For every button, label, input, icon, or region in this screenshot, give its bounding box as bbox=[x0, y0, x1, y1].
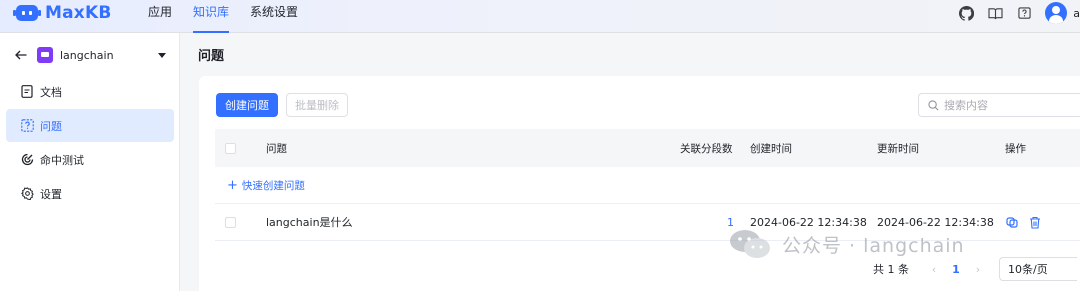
caret-down-icon[interactable] bbox=[158, 52, 166, 58]
sidebar-menu: 文档 问题 命中测试 设置 bbox=[6, 75, 174, 211]
back-arrow-icon[interactable] bbox=[14, 48, 28, 62]
page-title: 问题 bbox=[198, 49, 225, 64]
header-operations: 操作 bbox=[1005, 142, 1026, 155]
prev-page-icon[interactable]: ‹ bbox=[927, 263, 941, 276]
header-updated-time: 更新时间 bbox=[877, 142, 919, 155]
topnav-item-settings[interactable]: 系统设置 bbox=[250, 0, 298, 33]
link-paragraph-icon[interactable] bbox=[1005, 215, 1019, 229]
sidebar-item-label: 命中测试 bbox=[40, 153, 84, 167]
cell-question: langchain是什么 bbox=[266, 216, 353, 229]
cell-created-time: 2024-06-22 12:34:38 bbox=[750, 215, 867, 229]
app-name: MaxKB bbox=[45, 3, 112, 23]
table-header: 问题 关联分段数 创建时间 更新时间 操作 bbox=[215, 129, 1080, 167]
docs-book-icon[interactable] bbox=[987, 5, 1003, 21]
sidebar: langchain 文档 问题 命中测试 设置 bbox=[0, 33, 180, 291]
cell-updated-time: 2024-06-22 12:34:38 bbox=[877, 215, 994, 229]
knowledge-base-icon bbox=[37, 47, 53, 63]
quick-create-row: + 快速创建问题 bbox=[215, 167, 1080, 204]
user-avatar[interactable] bbox=[1045, 2, 1068, 24]
top-nav: 应用 知识库 系统设置 bbox=[148, 0, 319, 33]
plus-icon: + bbox=[227, 177, 238, 193]
delete-icon[interactable] bbox=[1028, 215, 1042, 229]
knowledge-base-selector[interactable]: langchain bbox=[14, 45, 170, 65]
topnav-item-knowledge[interactable]: 知识库 bbox=[193, 0, 230, 33]
quick-create-label: 快速创建问题 bbox=[241, 179, 305, 192]
github-icon[interactable] bbox=[958, 5, 974, 21]
target-icon bbox=[20, 153, 34, 167]
sidebar-item-hit-test[interactable]: 命中测试 bbox=[6, 143, 174, 176]
question-icon bbox=[20, 119, 34, 133]
help-icon[interactable] bbox=[1016, 5, 1032, 21]
sidebar-item-questions[interactable]: 问题 bbox=[6, 109, 174, 142]
topnav-item-apps[interactable]: 应用 bbox=[148, 0, 172, 33]
header-actions: a bbox=[958, 0, 1080, 26]
sidebar-item-documents[interactable]: 文档 bbox=[6, 75, 174, 108]
document-icon bbox=[20, 85, 34, 99]
batch-delete-button[interactable]: 批量删除 bbox=[286, 93, 348, 117]
page-number-current[interactable]: 1 bbox=[947, 263, 965, 276]
cell-paragraph-count[interactable]: 1 bbox=[727, 216, 734, 229]
maxkb-logo-icon bbox=[13, 5, 41, 21]
sidebar-item-label: 问题 bbox=[40, 119, 62, 133]
search-placeholder: 搜索内容 bbox=[944, 99, 988, 112]
header-created-time: 创建时间 bbox=[750, 142, 792, 155]
pagination-total: 共 1 条 bbox=[873, 263, 909, 276]
select-all-checkbox[interactable] bbox=[225, 142, 236, 154]
next-page-icon[interactable]: › bbox=[971, 263, 985, 276]
knowledge-base-name: langchain bbox=[60, 48, 114, 62]
header-paragraph-count: 关联分段数 bbox=[680, 142, 733, 155]
header-question: 问题 bbox=[266, 142, 287, 155]
sidebar-item-label: 设置 bbox=[40, 187, 62, 201]
pagination: 共 1 条 ‹ 1 › 10条/页 bbox=[873, 257, 1077, 281]
app-logo[interactable]: MaxKB bbox=[13, 2, 112, 24]
page-size-select[interactable]: 10条/页 bbox=[999, 257, 1077, 281]
watermark-text: 公众号 · langchain bbox=[782, 234, 965, 257]
sidebar-item-label: 文档 bbox=[40, 85, 62, 99]
wechat-logo-icon bbox=[730, 230, 770, 258]
top-header: MaxKB 应用 知识库 系统设置 a bbox=[0, 0, 1080, 33]
row-actions bbox=[1005, 215, 1051, 229]
sidebar-item-settings[interactable]: 设置 bbox=[6, 177, 174, 210]
row-checkbox[interactable] bbox=[225, 216, 236, 228]
gear-icon bbox=[20, 187, 34, 201]
user-name[interactable]: a bbox=[1073, 7, 1080, 20]
search-input[interactable]: 搜索内容 bbox=[918, 93, 1080, 117]
questions-table: 问题 关联分段数 创建时间 更新时间 操作 + 快速创建问题 langchain… bbox=[215, 129, 1080, 241]
search-icon bbox=[928, 99, 939, 111]
create-question-button[interactable]: 创建问题 bbox=[216, 93, 278, 117]
watermark: 公众号 · langchain bbox=[728, 228, 965, 260]
quick-create-question-link[interactable]: + 快速创建问题 bbox=[227, 178, 305, 193]
